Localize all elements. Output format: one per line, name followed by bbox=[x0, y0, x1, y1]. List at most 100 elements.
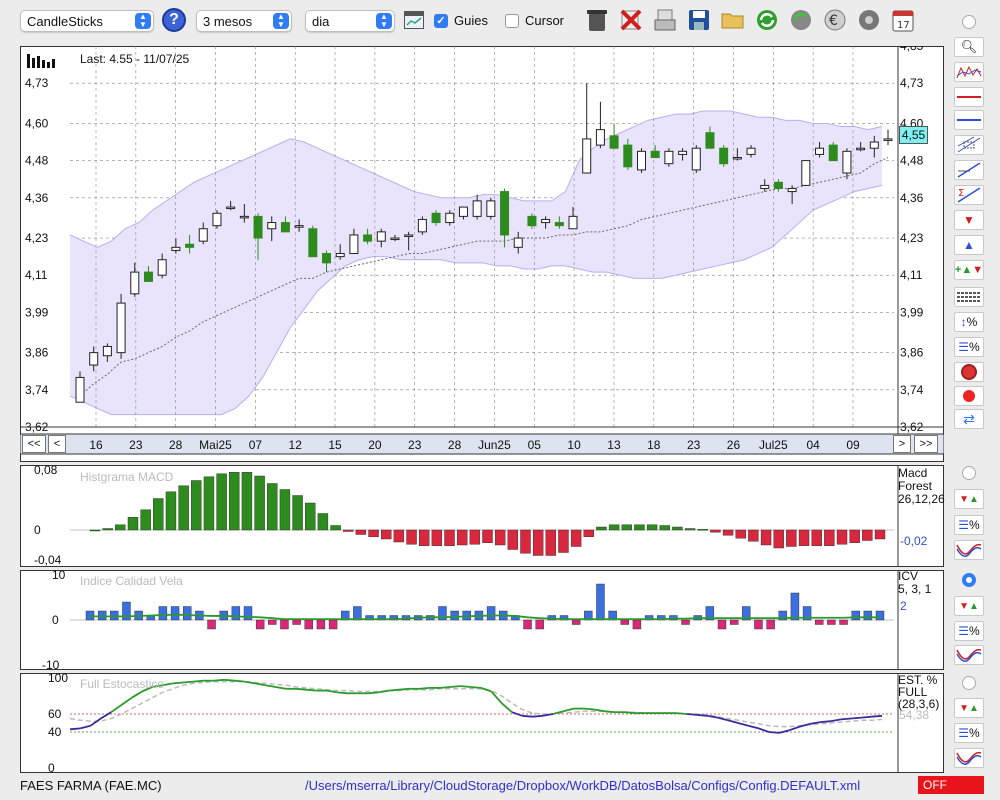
interval-select[interactable]: dia ▲ ▼ bbox=[305, 10, 395, 32]
bar-chart-icon[interactable] bbox=[26, 52, 56, 71]
block-button[interactable] bbox=[954, 362, 984, 382]
channel-button[interactable] bbox=[954, 135, 984, 155]
chart-window-icon[interactable] bbox=[404, 11, 424, 29]
euro-icon[interactable]: € bbox=[822, 7, 848, 33]
horizontal-line-blue-button[interactable] bbox=[954, 110, 984, 130]
icv-signals-button[interactable]: ▼▲ bbox=[954, 596, 984, 616]
stoch-k-segment bbox=[439, 686, 451, 689]
grid-lines-button[interactable] bbox=[954, 287, 984, 307]
macd-bar bbox=[178, 485, 189, 531]
icv-bar bbox=[535, 619, 544, 630]
macd-bar bbox=[317, 513, 329, 531]
help-icon[interactable]: ? bbox=[162, 8, 186, 32]
macd-bar bbox=[279, 489, 291, 531]
document-icon[interactable] bbox=[652, 7, 678, 33]
icv-bar bbox=[486, 606, 496, 621]
sync-icon[interactable] bbox=[788, 7, 814, 33]
y-tick-right: 3,99 bbox=[900, 305, 924, 319]
off-status-badge[interactable]: OFF bbox=[918, 776, 984, 794]
macd-oscillator-button[interactable] bbox=[954, 540, 984, 560]
icv-oscillator-button[interactable] bbox=[954, 645, 984, 665]
stoch-signals-button[interactable]: ▼▲ bbox=[954, 698, 984, 718]
chart-type-value: CandleSticks bbox=[27, 13, 103, 29]
calendar-icon[interactable]: 17 bbox=[890, 7, 916, 33]
stoch-k-segment bbox=[182, 680, 194, 684]
dashed-lines-icon bbox=[957, 292, 981, 302]
macd-bar bbox=[862, 529, 873, 541]
macd-bar bbox=[191, 480, 202, 531]
macd-lines-percent-button[interactable]: ☰% bbox=[954, 515, 984, 535]
add-signals-button[interactable]: +▲▼ bbox=[954, 260, 984, 280]
trendline-button[interactable] bbox=[954, 160, 984, 180]
stoch-k-segment bbox=[378, 689, 389, 694]
panel-radio-icv[interactable] bbox=[962, 573, 976, 587]
icv-bar bbox=[754, 619, 763, 630]
chart-type-select[interactable]: CandleSticks ▲ ▼ bbox=[20, 10, 154, 32]
toolbar-icons: € 17 bbox=[584, 7, 916, 33]
gear-icon[interactable] bbox=[856, 7, 882, 33]
candle-body bbox=[650, 150, 660, 159]
indicator-button[interactable] bbox=[954, 62, 984, 82]
stoch-k-segment bbox=[871, 714, 883, 718]
delete-icon[interactable] bbox=[618, 7, 644, 33]
stoch-k-segment bbox=[224, 678, 235, 682]
fibonacci-button[interactable]: Σ bbox=[954, 185, 984, 205]
macd-bar bbox=[343, 529, 354, 532]
lines-percent-button[interactable]: ☰% bbox=[954, 337, 984, 357]
nav-next-button[interactable]: > bbox=[893, 435, 911, 453]
x-tick-label: 18 bbox=[647, 438, 661, 452]
stoch-lines-percent-button[interactable]: ☰% bbox=[954, 723, 984, 743]
nav-prev-button[interactable]: < bbox=[48, 435, 66, 453]
arrow-up-button[interactable]: ▲ bbox=[954, 235, 984, 255]
macd-bar bbox=[672, 526, 683, 531]
swap-button[interactable]: ⇄ bbox=[954, 409, 984, 429]
macd-signals-button[interactable]: ▼▲ bbox=[954, 489, 984, 509]
candle-body bbox=[417, 218, 427, 233]
save-icon[interactable] bbox=[686, 7, 712, 33]
scale-percent-button[interactable]: ↕% bbox=[954, 312, 984, 332]
stoch-oscillator-button[interactable] bbox=[954, 748, 984, 768]
stoch-y-tick: 40 bbox=[48, 725, 62, 739]
record-button[interactable] bbox=[954, 386, 984, 406]
guides-checkbox[interactable]: ✓ Guies bbox=[434, 13, 488, 28]
macd-bar bbox=[292, 495, 303, 531]
period-select[interactable]: 3 mesos ▲ ▼ bbox=[196, 10, 292, 32]
cursor-checkbox[interactable]: Cursor bbox=[505, 13, 564, 28]
y-tick-left: 3,86 bbox=[25, 346, 49, 360]
stoch-k-segment bbox=[234, 679, 245, 683]
stoch-value: 54,38 bbox=[899, 708, 930, 722]
stoch-k-segment bbox=[501, 702, 513, 713]
stoch-k-segment bbox=[830, 718, 842, 723]
stoch-k-segment bbox=[120, 697, 133, 706]
candle-body bbox=[458, 206, 468, 217]
candle-body bbox=[705, 132, 715, 149]
y-tick-left: 4,60 bbox=[25, 116, 49, 130]
horizontal-line-red-button[interactable] bbox=[954, 87, 984, 107]
y-tick-left: 4,73 bbox=[25, 76, 49, 90]
panel-radio-stoch[interactable] bbox=[962, 676, 976, 690]
macd-bar bbox=[786, 529, 797, 547]
icv-bar bbox=[827, 619, 836, 625]
arrow-down-button[interactable]: ▼ bbox=[954, 210, 984, 230]
nav-last-button[interactable]: >> bbox=[914, 435, 938, 453]
nav-first-button[interactable]: << bbox=[22, 435, 46, 453]
icv-lines-percent-button[interactable]: ☰% bbox=[954, 621, 984, 641]
line-blue-icon bbox=[957, 119, 981, 121]
candle-body bbox=[541, 218, 551, 224]
stoch-k-segment bbox=[511, 711, 523, 717]
stoch-k-segment bbox=[162, 682, 173, 687]
zoom-button[interactable]: 🔍︎ bbox=[954, 37, 984, 57]
folder-open-icon[interactable] bbox=[720, 7, 746, 33]
price-chart[interactable]: 4,73 4,734,60 4,604,48 4,484,36 4,364,23 4,23… bbox=[20, 46, 944, 462]
trash-icon[interactable] bbox=[584, 7, 610, 33]
stoch-k-segment bbox=[110, 704, 122, 713]
refresh-icon[interactable] bbox=[754, 7, 780, 33]
icv-bar bbox=[304, 619, 313, 630]
candle-body bbox=[609, 135, 619, 149]
panel-radio-main[interactable] bbox=[962, 15, 976, 29]
macd-bar bbox=[849, 529, 860, 543]
panel-radio-macd[interactable] bbox=[962, 466, 976, 480]
signal-arrows-icon: ▼▲ bbox=[959, 493, 979, 505]
config-path-link[interactable]: /Users/mserra/Library/CloudStorage/Dropb… bbox=[305, 778, 860, 793]
candle-body bbox=[869, 141, 879, 149]
